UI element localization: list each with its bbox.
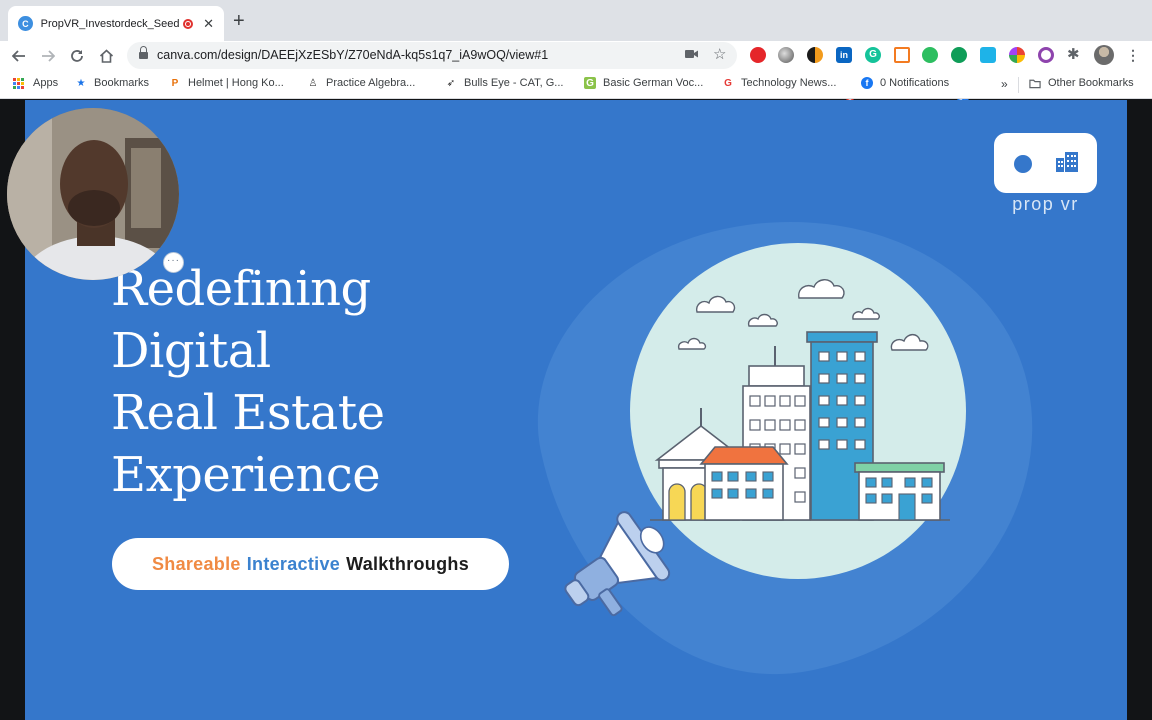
tagline-word-walkthroughs: Walkthroughs: [346, 553, 470, 574]
propvr-logo: [994, 133, 1097, 193]
bookmark-basic-german[interactable]: G Basic German Voc...: [584, 77, 703, 89]
bookmark-label: Practice Algebra...: [326, 77, 416, 89]
bookmark-practice-algebra[interactable]: ♙ Practice Algebra...: [307, 77, 416, 89]
bookmark-label: Helmet | Hong Ko...: [188, 77, 284, 89]
bookmark-helmet[interactable]: P Helmet | Hong Ko...: [169, 77, 284, 89]
bookmark-label: Technology News...: [741, 77, 837, 89]
ball-extension-icon[interactable]: [778, 47, 794, 63]
menu-kebab-icon[interactable]: ⋮: [1126, 47, 1142, 63]
tagline-word-shareable: Shareable: [151, 553, 241, 574]
tab-title: PropVR_Investordeck_Seed: [40, 17, 180, 30]
new-tab-button[interactable]: +: [233, 11, 245, 31]
webcam-bubble[interactable]: [7, 108, 179, 280]
facebook-icon: f: [861, 77, 873, 89]
lock-icon: [139, 46, 148, 60]
opera-extension-icon[interactable]: [750, 47, 766, 63]
evernote-extension-icon[interactable]: [922, 47, 938, 63]
layout-extension-icon[interactable]: [894, 47, 910, 63]
bookmark-label: Bookmarks: [94, 77, 150, 89]
algebra-icon: ♙: [308, 77, 318, 89]
tab-strip: C PropVR_Investordeck_Seed ✕ +: [0, 0, 1152, 41]
bookmark-bulls-eye[interactable]: ➶ Bulls Eye - CAT, G...: [445, 77, 564, 89]
bookmarks-divider: [1018, 77, 1019, 93]
logo-wordmark: prop vr: [1012, 194, 1079, 214]
green-roof-building: [854, 462, 945, 521]
reload-icon: [71, 50, 83, 62]
bookmark-label: Apps: [33, 77, 59, 89]
linkedin-extension-icon[interactable]: in: [836, 47, 852, 63]
clock-extension-icon[interactable]: [807, 47, 823, 63]
bookmark-label: Other Bookmarks: [1048, 77, 1134, 89]
apps-grid-icon: [13, 77, 24, 89]
close-tab-icon[interactable]: ✕: [203, 16, 214, 32]
star-icon: ★: [76, 77, 86, 89]
presenter-video-feed: [7, 108, 179, 280]
webcam-options-button[interactable]: ···: [163, 252, 184, 273]
headline-line: Real Estate: [111, 385, 385, 441]
logo-dot-icon: [1014, 155, 1032, 173]
tagline-pill: Shareable Interactive Walkthroughs: [112, 538, 509, 590]
tagline-word-interactive: Interactive: [246, 553, 341, 574]
camera-icon[interactable]: [685, 47, 698, 62]
helmet-icon: P: [171, 77, 179, 89]
puzzle-extensions-icon[interactable]: ✱: [1067, 47, 1083, 63]
profile-avatar[interactable]: [1094, 45, 1114, 65]
home-button[interactable]: [95, 45, 117, 67]
bookmarks-overflow-button[interactable]: »: [1001, 77, 1008, 91]
c-icon: G: [724, 77, 732, 89]
bullseye-icon: ➶: [446, 77, 456, 89]
bookmark-label: Bulls Eye - CAT, G...: [464, 77, 564, 89]
back-button[interactable]: [8, 45, 30, 67]
shield-extension-icon[interactable]: [1038, 47, 1054, 63]
browser-tab[interactable]: C PropVR_Investordeck_Seed ✕: [8, 6, 224, 41]
reload-button[interactable]: [66, 45, 88, 67]
recording-indicator-icon: [183, 18, 194, 29]
pen-extension-icon[interactable]: [980, 47, 996, 63]
bookmark-technology-news[interactable]: G Technology News...: [722, 77, 836, 89]
folder-icon: [1029, 77, 1041, 89]
chat-extension-icon[interactable]: [951, 47, 967, 63]
url-text: canva.com/design/DAEEjXzESbY/Z70eNdA-kq5…: [157, 48, 549, 62]
presentation-slide[interactable]: Redefining Digital Real Estate Experienc…: [25, 100, 1127, 720]
logo-building-icon: [1056, 152, 1078, 172]
bookmark-apps[interactable]: Apps: [13, 77, 58, 89]
bookmark-star-icon[interactable]: ☆: [713, 45, 726, 63]
cloud-icons: [677, 279, 929, 351]
home-icon: [99, 49, 113, 63]
bookmark-other-bookmarks[interactable]: Other Bookmarks: [1029, 77, 1134, 89]
bookmark-label: 0 Notifications: [880, 77, 950, 89]
bookmarks-bar: Apps ★ Bookmarks P Helmet | Hong Ko... ♙…: [0, 71, 1152, 99]
bookmark-notifications[interactable]: f 0 Notifications: [861, 77, 949, 89]
headline-line: Experience: [111, 447, 381, 503]
orange-roof-building: [699, 446, 789, 521]
headline-line: Digital: [111, 323, 271, 379]
headline-line: Redefining: [111, 261, 371, 317]
browser-toolbar: canva.com/design/DAEEjXzESbY/Z70eNdA-kq5…: [0, 41, 1152, 107]
bookmark-bookmarks[interactable]: ★ Bookmarks: [75, 77, 150, 89]
slide-headline: Redefining Digital Real Estate Experienc…: [111, 258, 385, 506]
bookmark-label: Basic German Voc...: [603, 77, 704, 89]
address-bar[interactable]: canva.com/design/DAEEjXzESbY/Z70eNdA-kq5…: [127, 42, 737, 69]
g-icon: G: [584, 77, 596, 89]
color-extension-icon[interactable]: [1009, 47, 1025, 63]
forward-arrow-icon: [42, 50, 55, 62]
back-arrow-icon: [12, 50, 25, 62]
canva-favicon-icon: C: [18, 16, 33, 31]
grammarly-extension-icon[interactable]: G: [865, 47, 881, 63]
forward-button[interactable]: [37, 45, 59, 67]
